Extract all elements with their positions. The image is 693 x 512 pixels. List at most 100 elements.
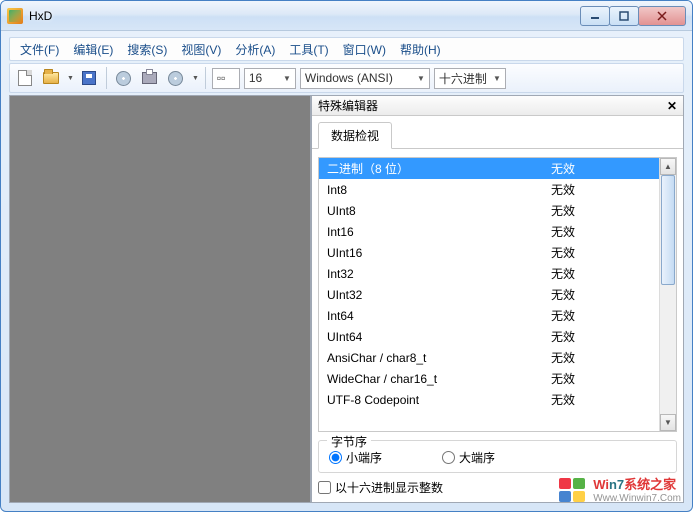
chevron-down-icon: ▼ <box>493 74 501 83</box>
tab-body: 二进制（8 位）无效Int8无效UInt8无效Int16无效UInt16无效In… <box>312 149 683 502</box>
data-type-row[interactable]: Int32无效 <box>319 263 659 284</box>
menu-search[interactable]: 搜索(S) <box>121 39 173 60</box>
number-base-value: 十六进制 <box>439 70 487 87</box>
encoding-value: Windows (ANSI) <box>305 71 393 85</box>
data-type-row[interactable]: Int8无效 <box>319 179 659 200</box>
menu-tools[interactable]: 工具(T) <box>283 39 334 60</box>
disk-dropdown-icon[interactable]: ▼ <box>192 75 199 82</box>
byte-order-group: 字节序 小端序 大端序 <box>318 440 677 473</box>
hex-display-checkbox[interactable]: 以十六进制显示整数 <box>318 479 677 496</box>
byte-group-toggle[interactable]: ▫▫ <box>212 68 240 89</box>
menu-view[interactable]: 视图(V) <box>175 39 227 60</box>
data-type-row[interactable]: UInt16无效 <box>319 242 659 263</box>
open-file-button[interactable] <box>40 67 62 89</box>
data-type-row[interactable]: UInt8无效 <box>319 200 659 221</box>
data-type-value: 无效 <box>551 160 651 177</box>
app-window: HxD 文件(F) 编辑(E) 搜索(S) 视图(V) 分析(A) 工具(T) … <box>0 0 693 512</box>
menu-edit[interactable]: 编辑(E) <box>67 39 119 60</box>
byte-order-label: 字节序 <box>327 433 371 450</box>
data-type-value: 无效 <box>551 349 651 366</box>
menu-help[interactable]: 帮助(H) <box>394 39 447 60</box>
data-type-row[interactable]: UInt32无效 <box>319 284 659 305</box>
toolbar-separator <box>106 67 107 89</box>
panel-close-button[interactable]: ✕ <box>667 99 677 113</box>
menu-file[interactable]: 文件(F) <box>14 39 65 60</box>
data-type-value: 无效 <box>551 307 651 324</box>
scroll-thumb[interactable] <box>661 175 675 285</box>
data-type-label: UInt64 <box>327 330 551 344</box>
ram-icon <box>142 72 157 84</box>
menu-window[interactable]: 窗口(W) <box>337 39 392 60</box>
bytes-per-row-value: 16 <box>249 71 262 85</box>
data-type-label: UInt16 <box>327 246 551 260</box>
open-ram-button[interactable] <box>139 67 161 89</box>
new-file-button[interactable] <box>14 67 36 89</box>
close-button[interactable] <box>638 6 686 26</box>
little-endian-input[interactable] <box>329 451 342 464</box>
data-type-row[interactable]: Int64无效 <box>319 305 659 326</box>
titlebar[interactable]: HxD <box>1 1 692 31</box>
big-endian-label: 大端序 <box>459 449 495 466</box>
data-type-value: 无效 <box>551 391 651 408</box>
data-type-label: Int64 <box>327 309 551 323</box>
big-endian-radio[interactable]: 大端序 <box>442 449 495 466</box>
scroll-down-button[interactable]: ▼ <box>660 414 676 431</box>
hex-display-label: 以十六进制显示整数 <box>335 479 443 496</box>
data-type-list[interactable]: 二进制（8 位）无效Int8无效UInt8无效Int16无效UInt16无效In… <box>318 157 677 432</box>
data-type-label: UTF-8 Codepoint <box>327 393 551 407</box>
open-folder-icon <box>43 72 59 84</box>
data-type-label: UInt32 <box>327 288 551 302</box>
data-type-value: 无效 <box>551 370 651 387</box>
window-title: HxD <box>29 9 581 23</box>
maximize-button[interactable] <box>609 6 639 26</box>
data-type-row[interactable]: WideChar / char16_t无效 <box>319 368 659 389</box>
data-type-value: 无效 <box>551 286 651 303</box>
app-icon <box>7 8 23 24</box>
byte-group-icon: ▫▫ <box>217 71 226 85</box>
save-icon <box>82 71 96 85</box>
open-disk-image-button[interactable] <box>165 67 187 89</box>
panel-tabs: 数据检视 <box>312 116 683 149</box>
bytes-per-row-combo[interactable]: 16 ▼ <box>244 68 296 89</box>
data-type-label: UInt8 <box>327 204 551 218</box>
hex-display-input[interactable] <box>318 481 331 494</box>
data-type-label: Int16 <box>327 225 551 239</box>
data-type-row[interactable]: UTF-8 Codepoint无效 <box>319 389 659 410</box>
chevron-down-icon: ▼ <box>417 74 425 83</box>
scroll-up-button[interactable]: ▲ <box>660 158 676 175</box>
panel-title: 特殊编辑器 <box>318 97 378 114</box>
data-type-value: 无效 <box>551 265 651 282</box>
panel-header[interactable]: 特殊编辑器 ✕ <box>312 96 683 116</box>
data-type-label: 二进制（8 位） <box>327 160 551 177</box>
menu-analyze[interactable]: 分析(A) <box>229 39 281 60</box>
little-endian-radio[interactable]: 小端序 <box>329 449 382 466</box>
number-base-combo[interactable]: 十六进制 ▼ <box>434 68 506 89</box>
tab-data-inspector[interactable]: 数据检视 <box>318 122 392 149</box>
chevron-down-icon: ▼ <box>283 74 291 83</box>
save-button[interactable] <box>78 67 100 89</box>
scroll-track[interactable] <box>660 175 676 414</box>
data-type-row[interactable]: 二进制（8 位）无效 <box>319 158 659 179</box>
window-controls <box>581 6 686 26</box>
data-type-row[interactable]: Int16无效 <box>319 221 659 242</box>
disk-image-icon <box>168 71 183 86</box>
data-type-label: Int8 <box>327 183 551 197</box>
minimize-button[interactable] <box>580 6 610 26</box>
data-type-value: 无效 <box>551 202 651 219</box>
data-type-label: WideChar / char16_t <box>327 372 551 386</box>
data-type-value: 无效 <box>551 244 651 261</box>
big-endian-input[interactable] <box>442 451 455 464</box>
document-area[interactable] <box>9 95 311 503</box>
open-disk-button[interactable] <box>113 67 135 89</box>
toolbar-separator <box>205 67 206 89</box>
encoding-combo[interactable]: Windows (ANSI) ▼ <box>300 68 430 89</box>
menubar: 文件(F) 编辑(E) 搜索(S) 视图(V) 分析(A) 工具(T) 窗口(W… <box>9 37 684 61</box>
new-file-icon <box>18 70 32 86</box>
data-type-label: AnsiChar / char8_t <box>327 351 551 365</box>
scrollbar[interactable]: ▲ ▼ <box>659 158 676 431</box>
special-editor-panel: 特殊编辑器 ✕ 数据检视 二进制（8 位）无效Int8无效UInt8无效Int1… <box>311 95 684 503</box>
data-type-row[interactable]: AnsiChar / char8_t无效 <box>319 347 659 368</box>
data-type-row[interactable]: UInt64无效 <box>319 326 659 347</box>
open-dropdown-icon[interactable]: ▼ <box>67 75 74 82</box>
disk-icon <box>116 71 131 86</box>
